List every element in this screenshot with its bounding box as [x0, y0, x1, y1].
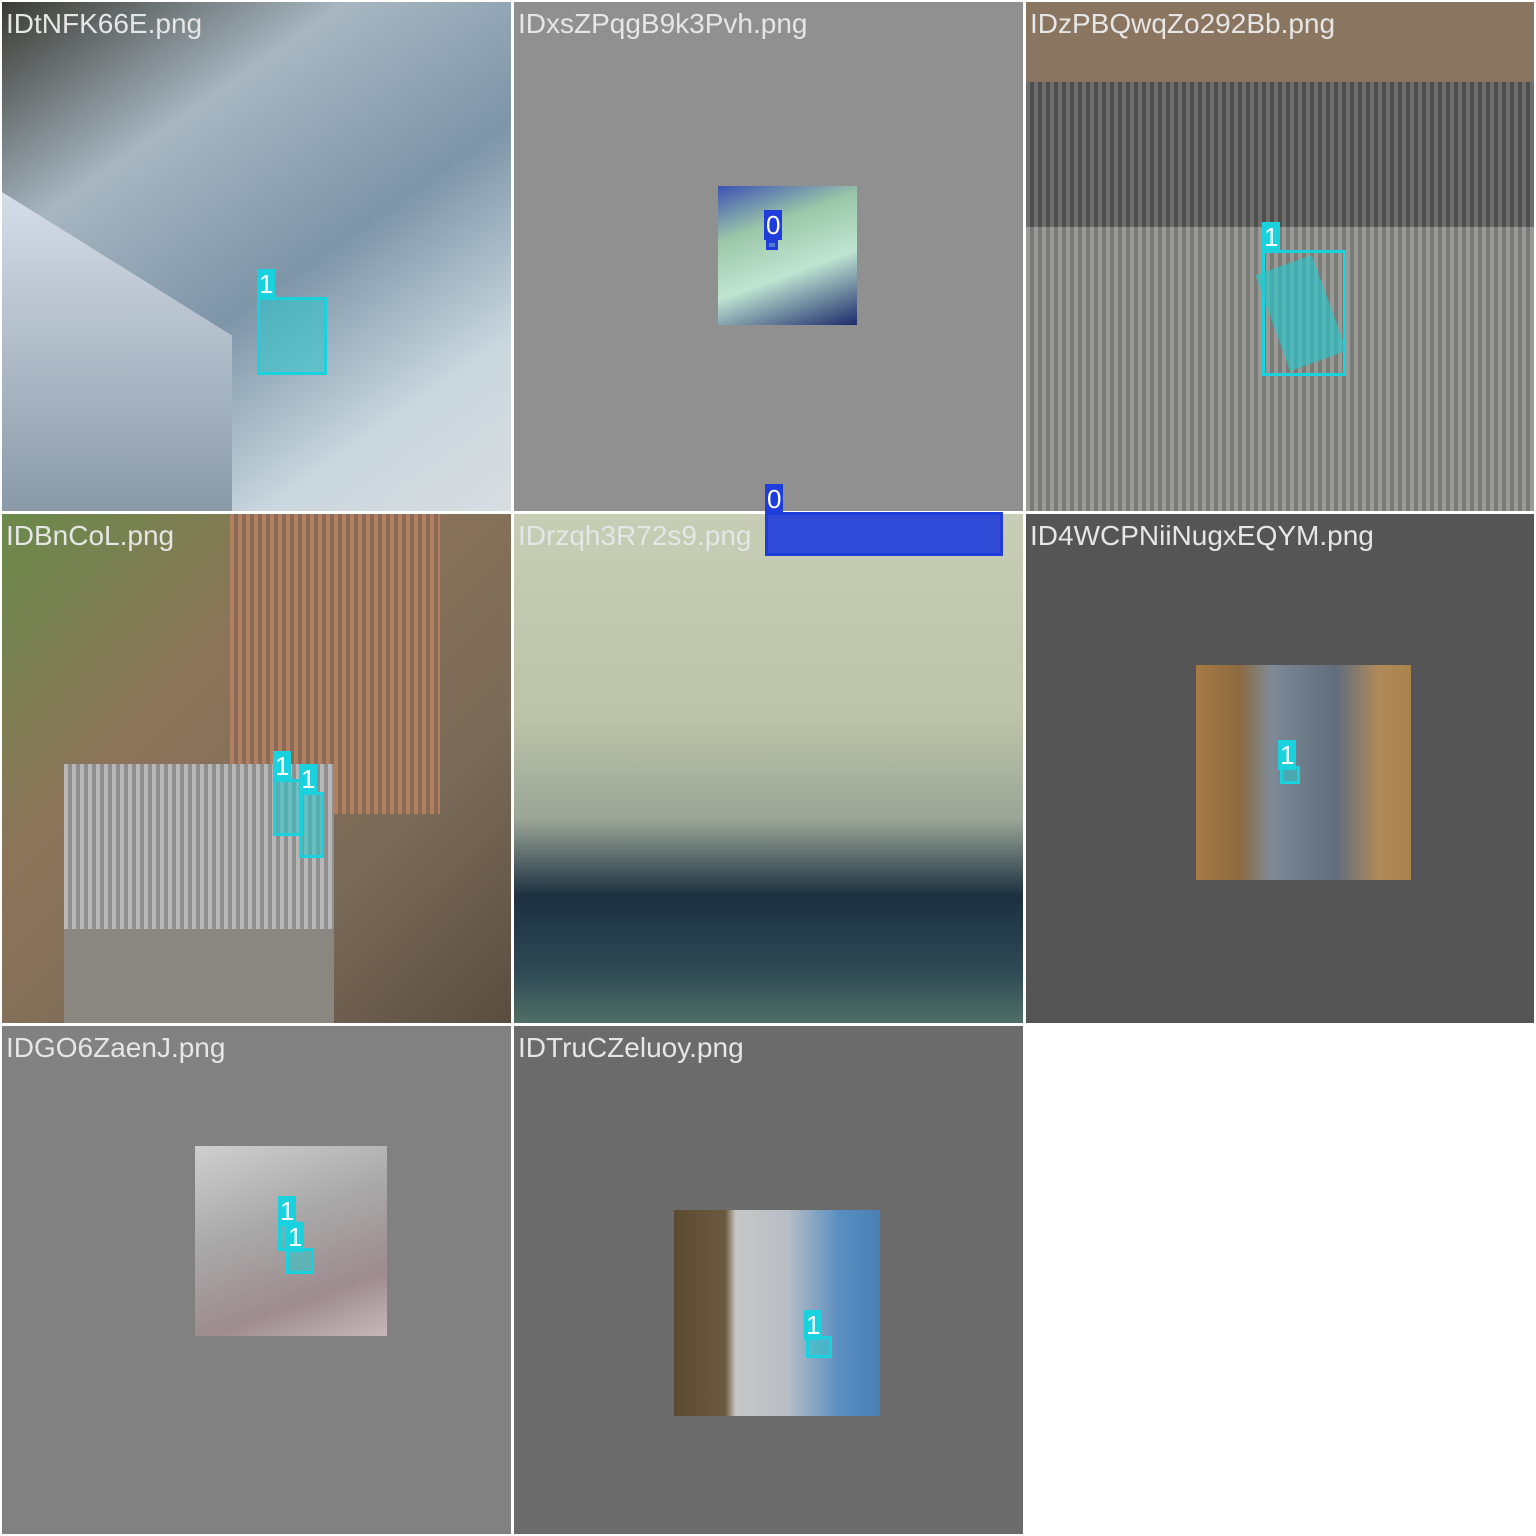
- tile-5: IDrzqh3R72s9.png: [514, 514, 1023, 1023]
- dark-roof-photo: [1026, 82, 1534, 227]
- detection-box: [765, 512, 1003, 556]
- tile-1: IDtNFK66E.png 1: [2, 2, 511, 511]
- detection-label: 1: [1278, 740, 1297, 770]
- detection-label: 0: [765, 484, 784, 514]
- tile-6: ID4WCPNiiNugxEQYM.png 1: [1026, 514, 1534, 1023]
- tile-4: IDBnCoL.png 1 1: [2, 514, 511, 1023]
- tile-filename: IDGO6ZaenJ.png: [6, 1032, 226, 1063]
- house-wall-photo: [64, 929, 334, 1023]
- tile-filename: IDTruCZeluoy.png: [518, 1032, 744, 1063]
- tile-filename: IDtNFK66E.png: [6, 8, 203, 39]
- aerial-photo: [718, 186, 857, 325]
- detection-label: 0: [764, 210, 783, 240]
- detection-box: [257, 297, 327, 375]
- blurred-photo: [514, 514, 1023, 1023]
- tile-7: IDGO6ZaenJ.png 1 1: [2, 1026, 511, 1534]
- tile-filename: IDrzqh3R72s9.png: [518, 520, 752, 551]
- detection-box: [299, 792, 324, 858]
- detection-label: 1: [299, 764, 318, 794]
- detection-label: 1: [257, 269, 276, 299]
- aerial-photo: [674, 1210, 880, 1416]
- empty-cell: [1026, 1026, 1534, 1534]
- detection-label: 1: [286, 1222, 305, 1252]
- tile-filename: ID4WCPNiiNugxEQYM.png: [1030, 520, 1374, 551]
- aerial-photo: [1196, 665, 1411, 880]
- tile-2: IDxsZPqgB9k3Pvh.png 0: [514, 2, 1023, 511]
- detection-label: 1: [804, 1310, 823, 1340]
- tile-filename: IDxsZPqgB9k3Pvh.png: [518, 8, 808, 39]
- tile-3: IDzPBQwqZo292Bb.png 1: [1026, 2, 1534, 511]
- tile-filename: IDzPBQwqZo292Bb.png: [1030, 8, 1336, 39]
- detection-box: [766, 240, 778, 250]
- tile-8: IDTruCZeluoy.png 1: [514, 1026, 1023, 1534]
- tile-filename: IDBnCoL.png: [6, 520, 175, 551]
- detection-label: 1: [1262, 222, 1281, 252]
- detection-label: 1: [273, 751, 292, 781]
